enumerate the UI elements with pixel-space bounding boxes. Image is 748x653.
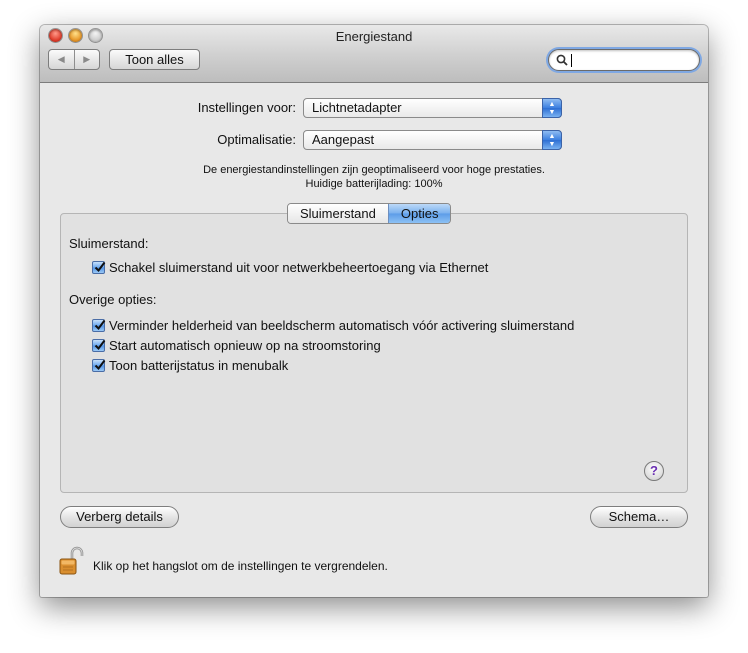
- search-icon: [556, 54, 568, 66]
- checkbox-row[interactable]: Start automatisch opnieuw op na stroomst…: [92, 337, 381, 353]
- lock-instructions-text: Klik op het hangslot om de instellingen …: [93, 559, 388, 573]
- sleep-section-label: Sluimerstand:: [69, 236, 149, 251]
- titlebar: Energiestand ◀ ▶ Toon alles: [40, 25, 708, 83]
- checkbox-row[interactable]: Toon batterijstatus in menubalk: [92, 357, 288, 373]
- settings-for-value: Lichtnetadapter: [312, 100, 402, 115]
- checkmark-icon: [94, 319, 106, 330]
- checkbox-checked[interactable]: [92, 318, 106, 332]
- padlock-icon[interactable]: [59, 546, 85, 576]
- show-all-button[interactable]: Toon alles: [109, 49, 200, 70]
- checkmark-icon: [94, 359, 106, 370]
- hide-details-button[interactable]: Verberg details: [60, 506, 179, 528]
- forward-button[interactable]: ▶: [73, 50, 100, 69]
- search-input[interactable]: [569, 52, 689, 68]
- checkbox-label: Start automatisch opnieuw op na stroomst…: [109, 337, 381, 353]
- window-title: Energiestand: [335, 29, 413, 44]
- back-button[interactable]: ◀: [49, 50, 74, 69]
- forward-arrow-icon: ▶: [83, 54, 91, 64]
- settings-for-popup[interactable]: Lichtnetadapter ▲ ▼: [303, 98, 562, 118]
- checkbox-label: Toon batterijstatus in menubalk: [109, 357, 289, 373]
- info-text-line2: Huidige batterijlading: 100%: [305, 178, 443, 190]
- preferences-window: Energiestand ◀ ▶ Toon alles Instellingen…: [40, 25, 708, 597]
- schedule-button[interactable]: Schema…: [590, 506, 688, 528]
- tab-options[interactable]: Opties: [387, 204, 451, 223]
- popup-arrows-icon: ▲ ▼: [542, 130, 562, 150]
- checkbox-checked[interactable]: [92, 358, 106, 372]
- checkbox-checked[interactable]: [92, 260, 106, 274]
- optimization-label: Optimalisatie:: [217, 132, 296, 147]
- optimization-value: Aangepast: [312, 132, 375, 147]
- tab-sleep[interactable]: Sluimerstand: [288, 204, 388, 223]
- checkbox-checked[interactable]: [92, 338, 106, 352]
- checkbox-label: Schakel sluimerstand uit voor netwerkbeh…: [109, 259, 489, 275]
- checkbox-row[interactable]: Schakel sluimerstand uit voor netwerkbeh…: [92, 259, 488, 275]
- search-field[interactable]: [548, 49, 700, 71]
- settings-for-label: Instellingen voor:: [197, 100, 296, 115]
- checkmark-icon: [94, 261, 106, 272]
- optimization-popup[interactable]: Aangepast ▲ ▼: [303, 130, 562, 150]
- tab-bar: Sluimerstand Opties: [287, 203, 452, 224]
- checkbox-label: Verminder helderheid van beeldscherm aut…: [109, 317, 575, 333]
- other-options-section-label: Overige opties:: [69, 292, 157, 307]
- options-tab-panel: [60, 213, 688, 493]
- help-button[interactable]: ?: [644, 461, 664, 481]
- checkmark-icon: [94, 339, 106, 350]
- popup-arrows-icon: ▲ ▼: [542, 98, 562, 118]
- info-text-line1: De energiestandinstellingen zijn geoptim…: [203, 164, 545, 176]
- navigation-buttons: ◀ ▶: [48, 49, 100, 70]
- back-arrow-icon: ◀: [57, 54, 65, 64]
- checkbox-row[interactable]: Verminder helderheid van beeldscherm aut…: [92, 317, 574, 333]
